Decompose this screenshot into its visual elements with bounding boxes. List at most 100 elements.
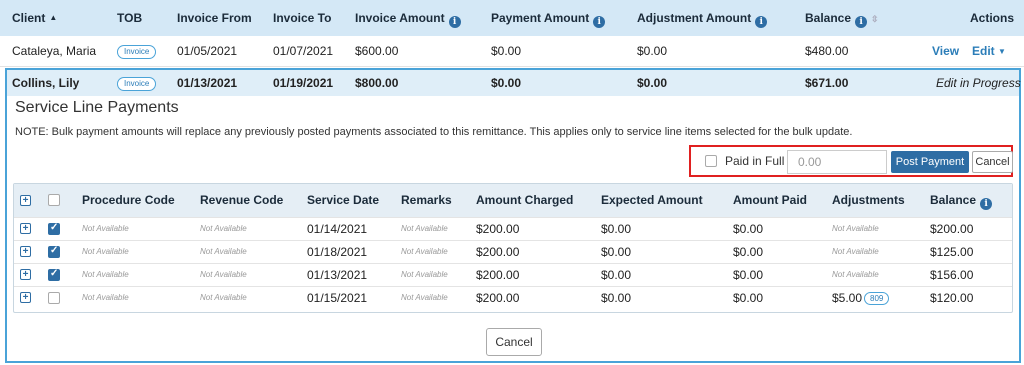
expected-amount: $0.00 <box>601 268 632 282</box>
procedure-code: Not Available <box>82 270 129 279</box>
paid-in-full-checkbox[interactable] <box>705 155 717 167</box>
tob-cell: Invoice <box>117 36 157 67</box>
col-expected-amount: Expected Amount <box>601 193 703 207</box>
service-line-row: + Not Available Not Available 01/15/2021… <box>14 286 1012 309</box>
col-adjustments: Adjustments <box>832 193 905 207</box>
service-date: 01/15/2021 <box>307 291 368 305</box>
col-procedure-code: Procedure Code <box>82 193 175 207</box>
amount-charged: $200.00 <box>476 268 520 282</box>
bulk-note: NOTE: Bulk payment amounts will replace … <box>15 126 853 138</box>
row-checkbox[interactable] <box>48 222 60 235</box>
edit-status: Edit in Progress <box>936 76 1021 90</box>
col-amount-charged: Amount Charged <box>476 193 574 207</box>
service-date: 01/13/2021 <box>307 268 368 282</box>
invoice-from: 01/05/2021 <box>177 44 238 58</box>
service-line-row: + Not Available Not Available 01/13/2021… <box>14 263 1012 286</box>
balance: $671.00 <box>805 76 849 90</box>
col-adjustment-amount: Adjustment Amount i <box>637 0 768 36</box>
bulk-payment-controls: Paid in Full 0.00 Post Payment Cancel <box>689 145 1013 177</box>
info-icon[interactable]: i <box>855 16 868 28</box>
info-icon[interactable]: i <box>593 16 606 28</box>
col-invoice-to: Invoice To <box>273 11 332 25</box>
amount-paid: $0.00 <box>733 268 764 282</box>
col-revenue-code: Revenue Code <box>200 193 284 207</box>
invoice-amount: $600.00 <box>355 44 399 58</box>
service-date: 01/18/2021 <box>307 245 368 259</box>
service-lines-header: + Procedure Code Revenue Code Service Da… <box>14 184 1012 217</box>
row-checkbox[interactable] <box>48 268 60 281</box>
remarks: Not Available <box>401 224 448 233</box>
invoice-amount: $800.00 <box>355 76 399 90</box>
invoice-badge: Invoice <box>117 45 157 59</box>
tob-cell: Invoice <box>117 70 157 96</box>
invoice-table-header: Client ▲ TOB Invoice From Invoice To Invo… <box>0 0 1024 36</box>
info-icon[interactable]: i <box>755 16 768 28</box>
bulk-amount-input[interactable]: 0.00 <box>787 150 887 174</box>
amount-paid: $0.00 <box>733 291 764 305</box>
invoice-from: 01/13/2021 <box>177 76 238 90</box>
adjustment-code-badge[interactable]: 809 <box>864 292 890 305</box>
adjustments: $5.00 809 <box>832 287 890 309</box>
paid-in-full-label: Paid in Full <box>725 154 785 168</box>
procedure-code: Not Available <box>82 224 129 233</box>
adjustments: Not Available <box>832 224 879 233</box>
line-balance: $200.00 <box>930 222 974 236</box>
service-date: 01/14/2021 <box>307 222 368 236</box>
procedure-code: Not Available <box>82 293 129 302</box>
expand-row-icon[interactable]: + <box>20 292 31 303</box>
select-all-checkbox[interactable] <box>48 194 60 206</box>
adjustments: Not Available <box>832 270 879 279</box>
row-checkbox[interactable] <box>48 292 60 304</box>
line-balance: $125.00 <box>930 245 974 259</box>
invoice-to: 01/07/2021 <box>273 44 334 58</box>
invoice-row: Cataleya, Maria Invoice 01/05/2021 01/07… <box>0 36 1024 67</box>
col-balance[interactable]: Balance i ⇳ <box>805 0 879 36</box>
client-name: Cataleya, Maria <box>12 44 97 58</box>
invoice-row-active: Collins, Lily Invoice 01/13/2021 01/19/2… <box>7 70 1021 96</box>
balance: $480.00 <box>805 44 849 58</box>
cancel-button[interactable]: Cancel <box>486 328 542 356</box>
expected-amount: $0.00 <box>601 291 632 305</box>
sort-icon[interactable]: ⇳ <box>871 14 879 24</box>
info-icon[interactable]: i <box>448 16 461 28</box>
expand-row-icon[interactable]: + <box>20 269 31 280</box>
service-line-row: + Not Available Not Available 01/14/2021… <box>14 217 1012 240</box>
amount-charged: $200.00 <box>476 291 520 305</box>
revenue-code: Not Available <box>200 247 247 256</box>
col-payment-amount: Payment Amount i <box>491 0 606 36</box>
revenue-code: Not Available <box>200 224 247 233</box>
payment-amount: $0.00 <box>491 76 522 90</box>
expand-row-icon[interactable]: + <box>20 246 31 257</box>
bulk-cancel-button[interactable]: Cancel <box>972 151 1013 173</box>
col-amount-paid: Amount Paid <box>733 193 807 207</box>
col-remarks: Remarks <box>401 193 452 207</box>
expanded-invoice-panel: Collins, Lily Invoice 01/13/2021 01/19/2… <box>5 68 1021 363</box>
amount-paid: $0.00 <box>733 222 764 236</box>
revenue-code: Not Available <box>200 293 247 302</box>
service-line-row: + Not Available Not Available 01/18/2021… <box>14 240 1012 263</box>
expected-amount: $0.00 <box>601 222 632 236</box>
adjustment-amount: $0.00 <box>637 44 668 58</box>
col-actions: Actions <box>970 11 1015 25</box>
remarks: Not Available <box>401 293 448 302</box>
procedure-code: Not Available <box>82 247 129 256</box>
col-client[interactable]: Client ▲ <box>12 0 57 36</box>
expand-row-icon[interactable]: + <box>20 223 31 234</box>
row-checkbox[interactable] <box>48 245 60 258</box>
view-link[interactable]: View <box>932 36 959 67</box>
line-balance: $156.00 <box>930 268 974 282</box>
client-name: Collins, Lily <box>12 76 80 90</box>
adjustments: Not Available <box>832 247 879 256</box>
edit-dropdown[interactable]: Edit ▼ <box>972 36 1006 67</box>
invoice-to: 01/19/2021 <box>273 76 334 90</box>
sort-asc-icon[interactable]: ▲ <box>49 13 57 22</box>
adjustment-amount: $0.00 <box>637 76 668 90</box>
col-tob: TOB <box>117 11 143 25</box>
post-payment-button[interactable]: Post Payment <box>891 151 969 173</box>
info-icon[interactable]: i <box>980 198 993 210</box>
expected-amount: $0.00 <box>601 245 632 259</box>
expand-all-icon[interactable]: + <box>20 195 31 206</box>
col-service-date: Service Date <box>307 193 380 207</box>
amount-paid: $0.00 <box>733 245 764 259</box>
payment-amount: $0.00 <box>491 44 522 58</box>
